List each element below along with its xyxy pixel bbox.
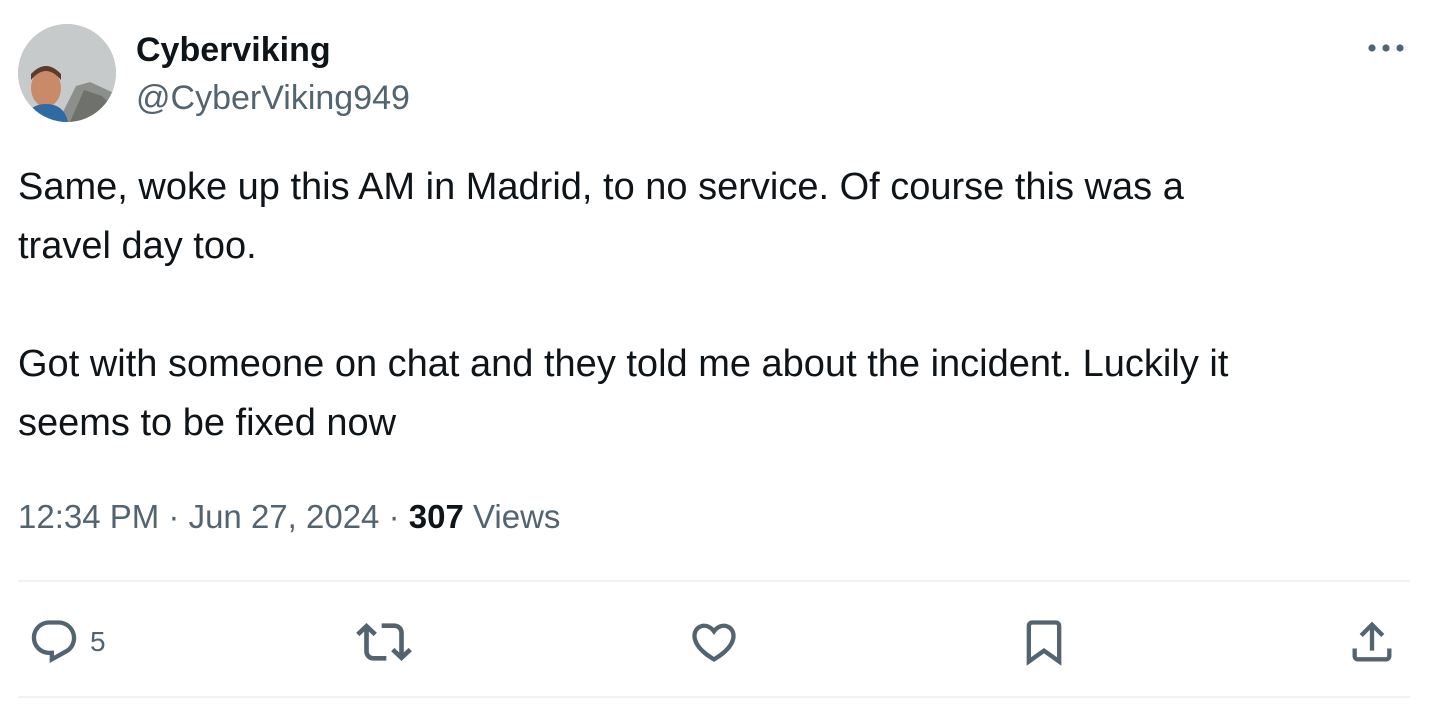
divider [18, 580, 1410, 582]
reply-button[interactable]: 5 [28, 614, 106, 670]
divider [18, 696, 1410, 698]
bookmark-button[interactable] [1018, 614, 1070, 670]
author-avatar[interactable] [18, 24, 116, 122]
author-handle[interactable]: @CyberViking949 [136, 78, 410, 118]
tweet-text-line: travel day too. [18, 225, 257, 267]
tweet-text: Same, woke up this AM in Madrid, to no s… [18, 158, 1418, 453]
tweet-text-line: Got with someone on chat and they told m… [18, 343, 1229, 385]
share-icon [1352, 621, 1392, 662]
meta-separator: · [379, 498, 409, 535]
profile-photo-icon [18, 24, 116, 122]
heart-icon [692, 623, 736, 662]
meta-separator: · [159, 498, 189, 535]
tweet-card: Cyberviking @CyberViking949 Same, woke u… [0, 0, 1440, 709]
repost-icon [356, 623, 412, 661]
author-display-name[interactable]: Cyberviking [136, 30, 331, 70]
like-button[interactable] [688, 614, 740, 670]
reply-count: 5 [90, 626, 106, 657]
reply-icon [31, 620, 77, 664]
bookmark-icon [1026, 620, 1062, 666]
tweet-date[interactable]: Jun 27, 2024 [189, 498, 380, 535]
share-button[interactable] [1346, 614, 1398, 670]
views-count: 307 [408, 498, 464, 535]
more-options-button[interactable] [1360, 30, 1412, 66]
views-label: Views [463, 498, 561, 535]
action-bar: 5 [0, 600, 1440, 684]
tweet-time[interactable]: 12:34 PM [18, 498, 159, 535]
repost-button[interactable] [356, 614, 412, 670]
tweet-meta: 12:34 PM · Jun 27, 2024 · 307 Views [18, 496, 560, 538]
more-dots-icon [1368, 44, 1404, 52]
tweet-text-line: seems to be fixed now [18, 402, 397, 444]
tweet-text-line: Same, woke up this AM in Madrid, to no s… [18, 166, 1184, 208]
